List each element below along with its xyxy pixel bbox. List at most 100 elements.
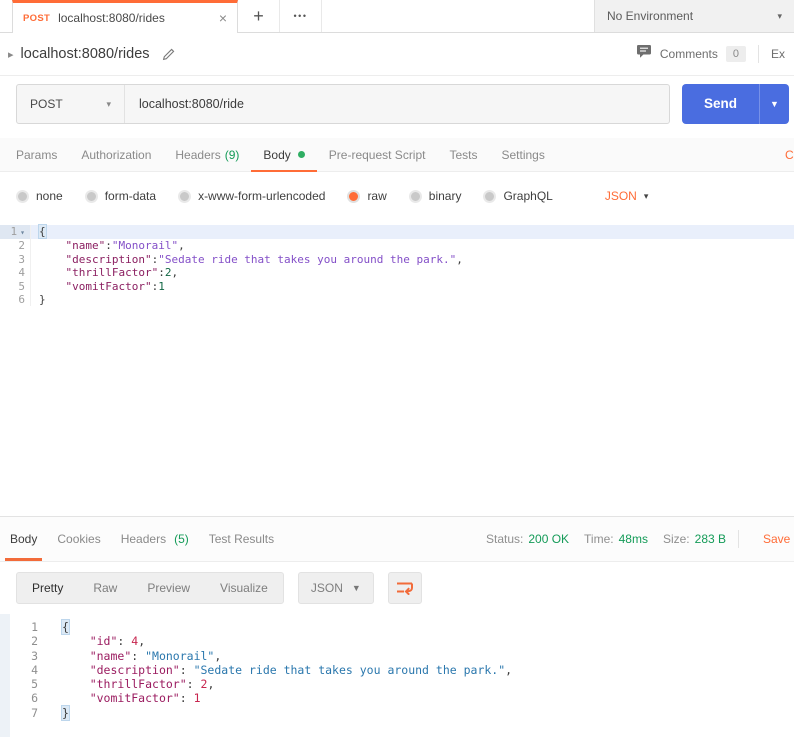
response-tab-body[interactable]: Body xyxy=(0,517,47,561)
close-icon[interactable]: × xyxy=(219,11,227,25)
radio-icon xyxy=(408,189,422,203)
edit-pencil-icon[interactable] xyxy=(161,47,176,62)
line-number: 1 ▾ xyxy=(0,225,31,240)
radio-raw[interactable]: raw xyxy=(347,189,387,203)
plus-icon: + xyxy=(253,5,264,26)
radio-icon xyxy=(178,189,192,203)
tab-body[interactable]: Body xyxy=(251,138,318,172)
status-value: 200 OK xyxy=(528,532,570,546)
line-number: 5 xyxy=(0,279,31,294)
line-number: 2 xyxy=(0,239,31,253)
response-language-select[interactable]: JSON ▼ xyxy=(297,572,374,604)
body-filled-dot xyxy=(297,151,305,158)
radio-icon xyxy=(483,189,497,203)
environment-value: No Environment xyxy=(607,9,694,23)
tab-params[interactable]: Params xyxy=(4,138,69,171)
line-number: 6 xyxy=(31,691,38,706)
tab-strip: POST localhost:8080/rides × + ••• No Env… xyxy=(0,0,794,33)
size-value: 283 B xyxy=(694,532,726,546)
line-number: 6 xyxy=(0,293,31,307)
response-meta: Status: 200 OK Time: 48ms Size: 283 B Save xyxy=(471,517,794,561)
tab-options-button[interactable]: ••• xyxy=(280,0,322,32)
code-text: "vomitFactor": 1 xyxy=(89,691,201,706)
code-line: 5 "vomitFactor":1 xyxy=(0,279,794,294)
new-tab-button[interactable]: + xyxy=(238,0,280,32)
tab-method-badge: POST xyxy=(23,12,51,24)
url-group: POST ▾ xyxy=(16,84,670,124)
comment-icon[interactable] xyxy=(636,44,652,64)
request-name: localhost:8080/rides xyxy=(20,46,150,62)
code-line: 4 "description": "Sedate ride that takes… xyxy=(0,663,794,677)
tab-settings[interactable]: Settings xyxy=(490,138,557,171)
tab-title: localhost:8080/rides xyxy=(58,11,165,25)
divider xyxy=(758,45,759,63)
line-number: 2 xyxy=(31,634,38,649)
line-number: 4 xyxy=(0,266,31,280)
environment-selector[interactable]: No Environment ▾ xyxy=(594,0,794,32)
send-options-caret[interactable]: ▼ xyxy=(759,84,789,124)
code-text: "thrillFactor":2, xyxy=(65,266,179,280)
request-header-row: ▸ localhost:8080/rides Comments 0 Ex xyxy=(0,33,794,76)
response-body-viewer: 1{2 "id": 4, 3 "name": "Monorail", 4 "desc… xyxy=(0,614,794,737)
tab-strip-fill xyxy=(322,0,594,32)
radio-icon xyxy=(16,189,29,203)
radio-graphql[interactable]: GraphQL xyxy=(483,189,553,203)
caret-right-icon[interactable]: ▸ xyxy=(8,48,14,61)
radio-selected-icon xyxy=(347,189,361,203)
code-text: } xyxy=(39,293,46,307)
view-raw[interactable]: Raw xyxy=(78,573,132,603)
response-tab-cookies[interactable]: Cookies xyxy=(47,517,110,561)
view-preview[interactable]: Preview xyxy=(132,573,205,603)
code-line: 2 "id": 4, xyxy=(0,634,794,648)
tab-strip-spacer xyxy=(0,0,12,32)
view-pretty[interactable]: Pretty xyxy=(17,573,78,603)
fold-caret-icon[interactable]: ▾ xyxy=(20,228,25,237)
tab-tests[interactable]: Tests xyxy=(437,138,489,171)
code-text: "thrillFactor": 2, xyxy=(89,677,215,692)
body-type-options: none form-data x-www-form-urlencoded raw… xyxy=(0,172,794,220)
examples-link[interactable]: Ex xyxy=(771,47,794,61)
comments-label[interactable]: Comments xyxy=(660,47,718,61)
url-input[interactable] xyxy=(125,85,669,123)
code-text: "description": "Sedate ride that takes y… xyxy=(89,662,513,677)
cookies-link[interactable]: C xyxy=(785,138,794,171)
ellipsis-icon: ••• xyxy=(293,11,308,21)
request-tab[interactable]: POST localhost:8080/rides × xyxy=(12,0,238,33)
radio-none[interactable]: none xyxy=(16,189,63,203)
response-tab-headers[interactable]: Headers (5) xyxy=(111,517,199,561)
response-toolbar: Pretty Raw Preview Visualize JSON ▼ xyxy=(0,562,794,614)
tab-authorization[interactable]: Authorization xyxy=(69,138,163,171)
response-tab-test-results[interactable]: Test Results xyxy=(199,517,284,561)
code-text: "name":"Monorail", xyxy=(65,239,185,253)
headers-count: (9) xyxy=(224,147,240,162)
response-view-group: Pretty Raw Preview Visualize xyxy=(16,572,284,604)
time-value: 48ms xyxy=(618,532,648,546)
chevron-down-icon: ▾ xyxy=(106,98,111,109)
body-language-select[interactable]: JSON ▾ xyxy=(605,189,649,203)
status-pair: Status: 200 OK xyxy=(485,532,570,546)
tab-headers[interactable]: Headers (9) xyxy=(163,138,251,171)
view-visualize[interactable]: Visualize xyxy=(205,573,283,603)
code-line: 6} xyxy=(0,293,794,307)
request-header-actions: Comments 0 Ex xyxy=(636,44,794,64)
chevron-down-icon: ▼ xyxy=(351,583,361,593)
radio-form-data[interactable]: form-data xyxy=(84,189,156,203)
wrap-lines-button[interactable] xyxy=(387,572,422,604)
request-body-editor[interactable]: 1 ▾{2 "name":"Monorail", 3 "description":"… xyxy=(0,220,794,517)
radio-x-www-form-urlencoded[interactable]: x-www-form-urlencoded xyxy=(178,189,325,203)
line-number: 5 xyxy=(31,677,38,692)
tab-pre-request-script[interactable]: Pre-request Script xyxy=(317,138,438,171)
code-text: } xyxy=(61,704,70,721)
code-line: 6 "vomitFactor": 1 xyxy=(0,691,794,705)
save-response-link[interactable]: Save xyxy=(763,532,794,546)
method-select[interactable]: POST ▾ xyxy=(17,85,125,123)
code-text: "id": 4, xyxy=(89,634,146,649)
code-line: 2 "name":"Monorail", xyxy=(0,239,794,253)
radio-icon xyxy=(84,189,98,203)
line-number: 1 xyxy=(31,620,38,634)
send-button[interactable]: Send ▼ xyxy=(682,84,789,124)
size-pair: Size: 283 B xyxy=(662,532,726,546)
line-number: 3 xyxy=(0,252,31,267)
response-tabs: Body Cookies Headers (5) Test Results Sta… xyxy=(0,517,794,562)
radio-binary[interactable]: binary xyxy=(408,189,461,203)
